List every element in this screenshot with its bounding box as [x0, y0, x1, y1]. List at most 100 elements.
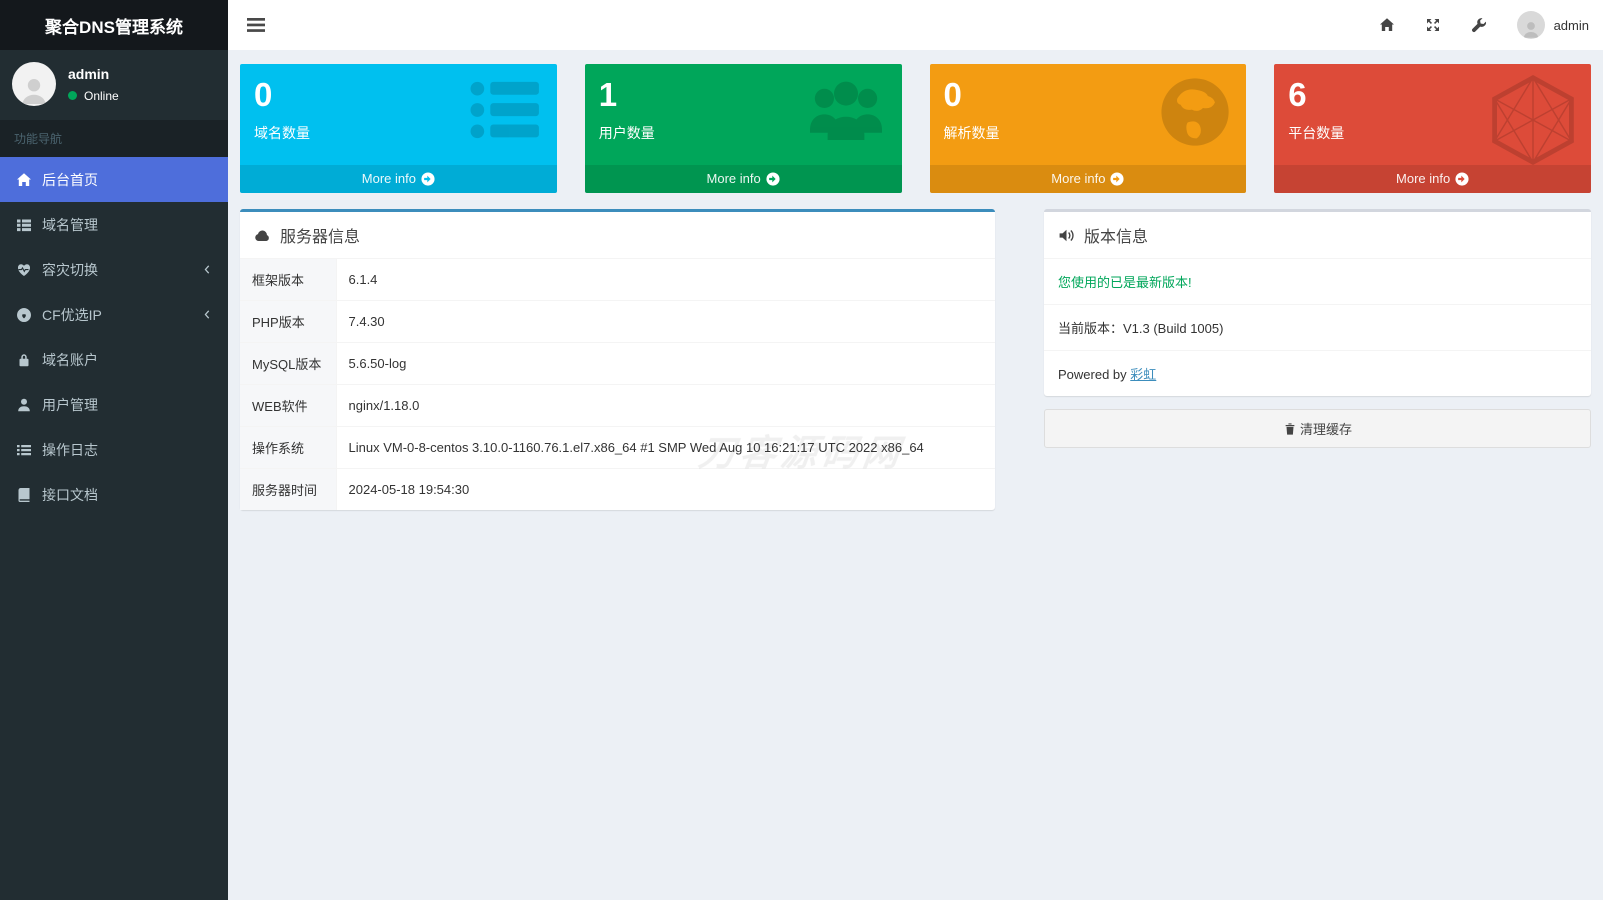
avatar [12, 62, 56, 106]
book-icon [16, 487, 32, 503]
th-list-icon [16, 217, 32, 233]
row-label: WEB软件 [240, 385, 336, 427]
lock-icon [16, 352, 32, 368]
volume-icon [1058, 227, 1075, 244]
fullscreen-icon[interactable] [1425, 17, 1441, 33]
more-info-link[interactable]: More info [930, 165, 1247, 193]
heartbeat-icon [16, 262, 32, 278]
table-row: 服务器时间 2024-05-18 19:54:30 [240, 469, 995, 511]
sidebar-item-label: 域名账户 [42, 350, 98, 370]
nav-section-header: 功能导航 [0, 120, 228, 157]
table-row: WEB软件 nginx/1.18.0 [240, 385, 995, 427]
more-info-link[interactable]: More info [240, 165, 557, 193]
sidebar-item-operation-log[interactable]: 操作日志 [0, 427, 228, 472]
app-title: 聚合DNS管理系统 [45, 13, 183, 38]
sidebar-nav: 后台首页 域名管理 容灾切换 CF优选IP [0, 157, 228, 517]
list-icon [16, 442, 32, 458]
row-value: 5.6.50-log [336, 343, 995, 385]
stat-value: 1 [599, 76, 888, 114]
sidebar-item-label: CF优选IP [42, 305, 102, 325]
powered-by-link[interactable]: 彩虹 [1130, 367, 1156, 382]
home-icon [16, 172, 32, 188]
arrow-circle-right-icon [421, 172, 435, 186]
home-icon[interactable] [1379, 17, 1395, 33]
clear-cache-label: 清理缓存 [1300, 419, 1352, 438]
sidebar-toggle-button[interactable] [238, 10, 274, 40]
right-column: 版本信息 您使用的已是最新版本! 当前版本：V1.3 (Build 1005) … [1044, 209, 1591, 448]
sidebar-item-failover[interactable]: 容灾切换 [0, 247, 228, 292]
version-latest-text: 您使用的已是最新版本! [1044, 259, 1591, 305]
sidebar-user-panel: admin Online [0, 50, 228, 120]
powered-by-prefix: Powered by [1058, 367, 1130, 382]
stat-label: 用户数量 [599, 123, 888, 143]
row-label: PHP版本 [240, 301, 336, 343]
user-menu[interactable]: admin [1517, 11, 1589, 39]
user-icon [16, 397, 32, 413]
avatar [1517, 11, 1545, 39]
more-info-link[interactable]: More info [585, 165, 902, 193]
server-info-panel: 服务器信息 框架版本 6.1.4 PHP版本 7.4.30 MySQL版 [240, 209, 995, 510]
row-value: Linux VM-0-8-centos 3.10.0-1160.76.1.el7… [336, 427, 995, 469]
more-info-label: More info [707, 171, 761, 186]
sidebar-item-api-docs[interactable]: 接口文档 [0, 472, 228, 517]
server-info-table: 框架版本 6.1.4 PHP版本 7.4.30 MySQL版本 5.6.50-l… [240, 259, 995, 510]
more-info-link[interactable]: More info [1274, 165, 1591, 193]
arrow-circle-right-icon [1455, 172, 1469, 186]
person-silhouette-icon [1520, 19, 1542, 39]
table-row: PHP版本 7.4.30 [240, 301, 995, 343]
sidebar-item-cf-ip[interactable]: CF优选IP [0, 292, 228, 337]
row-value: nginx/1.18.0 [336, 385, 995, 427]
cloud-icon [254, 227, 271, 244]
table-row: 框架版本 6.1.4 [240, 259, 995, 301]
stat-value: 0 [944, 76, 1233, 114]
stat-value: 0 [254, 76, 543, 114]
stat-box-users: 1 用户数量 More info [585, 64, 902, 193]
arrow-circle-right-icon [1110, 172, 1124, 186]
row-value: 7.4.30 [336, 301, 995, 343]
table-row: 操作系统 Linux VM-0-8-centos 3.10.0-1160.76.… [240, 427, 995, 469]
sidebar-item-user-manage[interactable]: 用户管理 [0, 382, 228, 427]
sidebar-username: admin [68, 66, 119, 82]
panel-title: 服务器信息 [280, 223, 360, 247]
sidebar-item-dashboard[interactable]: 后台首页 [0, 157, 228, 202]
row-label: MySQL版本 [240, 343, 336, 385]
sidebar-item-label: 操作日志 [42, 440, 98, 460]
trash-icon [1283, 422, 1297, 436]
person-silhouette-icon [17, 74, 51, 106]
sidebar-item-domain-accounts[interactable]: 域名账户 [0, 337, 228, 382]
app-logo[interactable]: 聚合DNS管理系统 [0, 0, 228, 50]
more-info-label: More info [1396, 171, 1450, 186]
content: 0 域名数量 More info [228, 50, 1603, 524]
row-label: 服务器时间 [240, 469, 336, 511]
sidebar-item-domain-manage[interactable]: 域名管理 [0, 202, 228, 247]
sidebar-item-label: 域名管理 [42, 215, 98, 235]
navbar-username: admin [1554, 18, 1589, 33]
sidebar: 聚合DNS管理系统 admin Online 功能导航 后台首页 [0, 0, 228, 900]
stat-label: 域名数量 [254, 123, 543, 143]
stat-value: 6 [1288, 76, 1577, 114]
sidebar-item-label: 接口文档 [42, 485, 98, 505]
table-row: MySQL版本 5.6.50-log [240, 343, 995, 385]
row-label: 操作系统 [240, 427, 336, 469]
row-label: 框架版本 [240, 259, 336, 301]
more-info-label: More info [1051, 171, 1105, 186]
stat-label: 解析数量 [944, 123, 1233, 143]
stat-label: 平台数量 [1288, 123, 1577, 143]
heart-circle-icon [16, 307, 32, 323]
version-info-panel: 版本信息 您使用的已是最新版本! 当前版本：V1.3 (Build 1005) … [1044, 209, 1591, 396]
user-status: Online [68, 89, 119, 103]
chevron-left-icon [201, 263, 214, 276]
panel-title: 版本信息 [1084, 223, 1148, 247]
row-value: 6.1.4 [336, 259, 995, 301]
stat-box-platforms: 6 平台数量 [1274, 64, 1591, 193]
main-area: admin 0 域名数量 More info [228, 0, 1603, 524]
online-status-dot [68, 91, 77, 100]
sidebar-item-label: 用户管理 [42, 395, 98, 415]
arrow-circle-right-icon [766, 172, 780, 186]
hamburger-icon [247, 18, 265, 32]
row-value: 2024-05-18 19:54:30 [336, 469, 995, 511]
wrench-icon[interactable] [1471, 17, 1487, 33]
clear-cache-button[interactable]: 清理缓存 [1044, 409, 1591, 448]
sidebar-item-label: 容灾切换 [42, 260, 98, 280]
more-info-label: More info [362, 171, 416, 186]
